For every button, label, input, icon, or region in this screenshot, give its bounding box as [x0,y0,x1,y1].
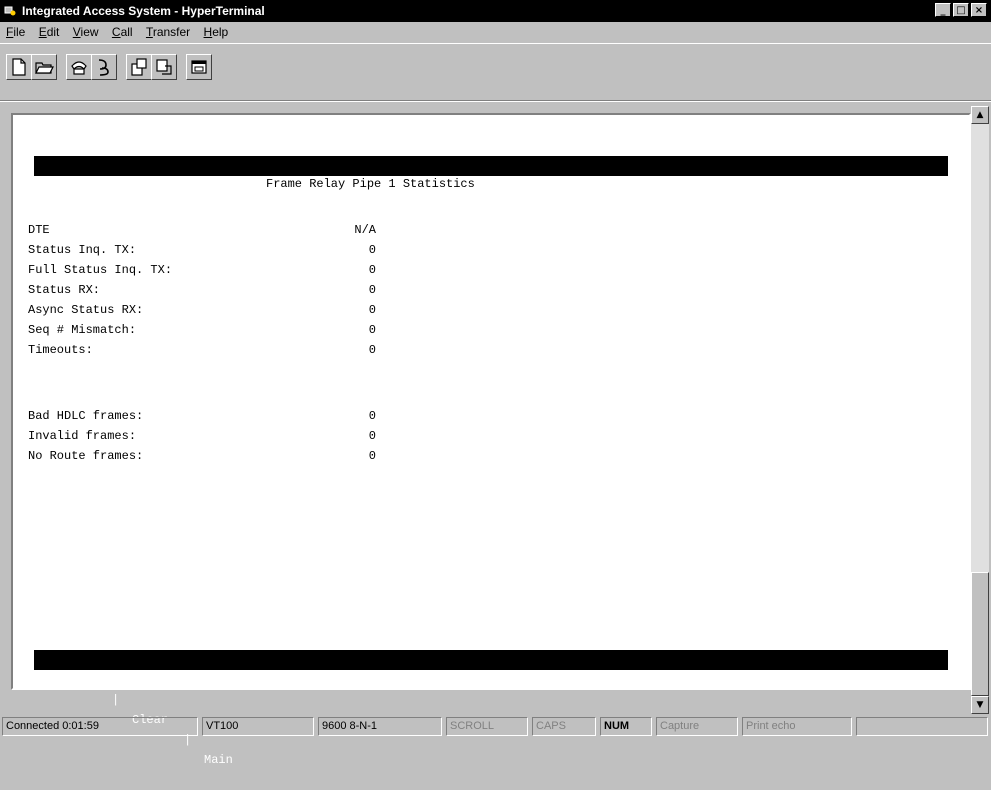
menu-view[interactable]: View [73,22,99,42]
status-port-settings: 9600 8-N-1 [318,717,442,736]
status-emulation: VT100 [202,717,314,736]
status-print-echo: Print echo [742,717,852,736]
open-button[interactable] [31,54,57,80]
stat-value: 0 [368,409,376,423]
stat-label: Async Status RX: [28,303,144,317]
stat-label: Status Inq. TX: [28,243,137,257]
maximize-button[interactable]: □ [953,3,969,17]
send-button[interactable] [126,54,152,80]
stat-value: 0 [368,303,376,317]
receive-button[interactable] [151,54,177,80]
toolbar-divider [0,100,991,102]
status-capture: Capture [656,717,738,736]
stat-label: Seq # Mismatch: [28,323,137,337]
terminal-screen[interactable]: unknown | U3 LBRV-16FAX Rev XA-0 Ser 000… [20,118,950,767]
status-bar: Connected 0:01:59 VT100 9600 8-N-1 SCROL… [0,714,991,739]
properties-button[interactable] [186,54,212,80]
stat-value: 0 [368,429,376,443]
properties-icon [191,60,207,74]
stat-value: 0 [368,243,376,257]
connect-button[interactable] [66,54,92,80]
menu-call[interactable]: Call [112,22,133,42]
header-revision: Rev XA-0 Ser 00017 [472,219,609,233]
scroll-down-arrow-icon[interactable]: ▼ [971,696,989,714]
stat-label: DTE [28,223,50,237]
stat-label: Status RX: [28,283,101,297]
header-node-name: unknown [42,179,93,193]
status-connection-time: Connected 0:01:59 [2,717,198,736]
vertical-scrollbar[interactable]: ▲ ▼ [971,106,989,714]
new-icon [12,58,26,76]
menu-file[interactable]: File [6,22,25,42]
stat-value: 0 [368,449,376,463]
stat-value: 0 [368,343,376,357]
disconnect-icon [98,59,109,76]
disconnect-button[interactable] [91,54,117,80]
command-refresh[interactable]: Refresh [46,670,96,690]
status-empty-pane [856,717,988,736]
title-bar[interactable]: Integrated Access System - HyperTerminal… [0,0,991,22]
terminal-command-bar: Refresh | Clear | Main [34,650,948,767]
stat-label: Bad HDLC frames: [28,409,144,423]
close-button[interactable]: × [971,3,987,17]
status-caps-lock: CAPS [532,717,596,736]
command-separator: | [112,693,120,707]
minimize-button[interactable]: _ [935,3,951,17]
header-module: | U3 LBRV-16FAX [180,199,296,213]
terminal-header-bar: unknown | U3 LBRV-16FAX Rev XA-0 Ser 000… [34,156,948,253]
menu-transfer[interactable]: Transfer [146,22,190,42]
stat-label: No Route frames: [28,449,144,463]
hyperterminal-icon [4,6,16,16]
status-scroll-lock: SCROLL [446,717,528,736]
menu-help[interactable]: Help [204,22,229,42]
new-button[interactable] [6,54,32,80]
stat-label: Invalid frames: [28,429,137,443]
stat-value: 0 [368,263,376,277]
scroll-thumb[interactable] [971,572,989,696]
stat-value: 0 [368,283,376,297]
stat-value: 0 [368,323,376,337]
stat-label: Full Status Inq. TX: [28,263,173,277]
toolbar [0,43,991,102]
command-main[interactable]: Main [204,750,233,770]
status-num-lock: NUM [600,717,652,736]
stat-label: Timeouts: [28,343,93,357]
open-icon [35,62,54,74]
scroll-up-arrow-icon[interactable]: ▲ [971,106,989,124]
stat-value: N/A [354,223,376,237]
menu-edit[interactable]: Edit [39,22,60,42]
header-datetime: | 02-03-96 04:49 [754,239,870,253]
send-icon [131,58,147,76]
menu-bar: File Edit View Call Transfer Help [0,22,991,42]
connect-icon [71,61,87,75]
window-title: Integrated Access System - HyperTerminal [22,4,265,18]
receive-icon [156,59,172,75]
screen-title: Frame Relay Pipe 1 Statistics [266,177,475,191]
